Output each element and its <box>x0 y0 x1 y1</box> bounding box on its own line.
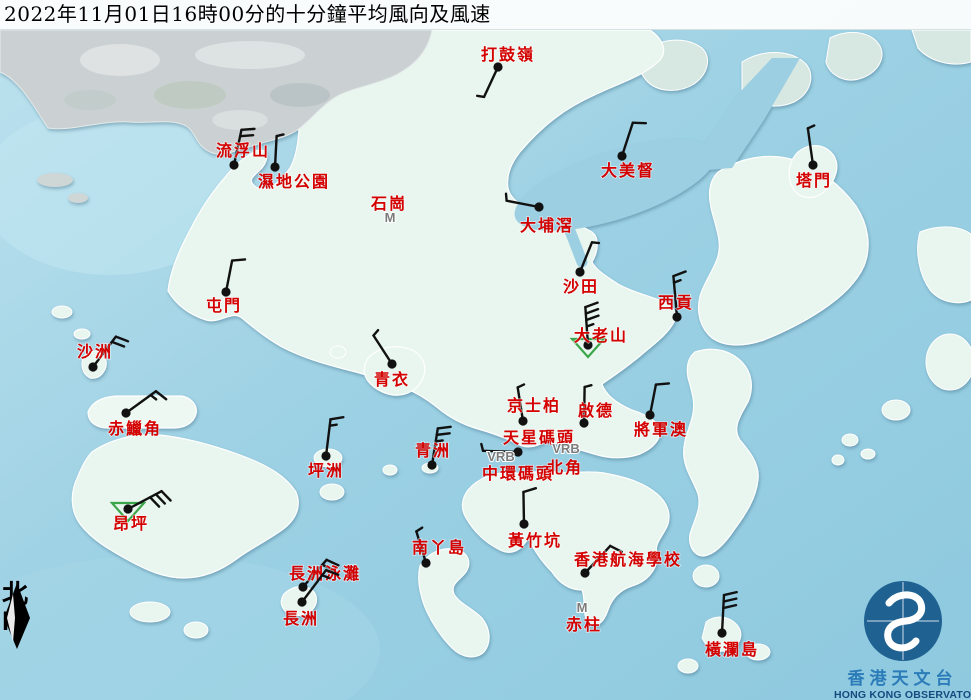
title-bar: 2022年11月01日16時00分的十分鐘平均風向及風速 <box>0 0 971 30</box>
map-title: 2022年11月01日16時00分的十分鐘平均風向及風速 <box>0 0 971 29</box>
base-map <box>0 0 971 700</box>
landmass-airport <box>88 396 196 428</box>
hko-logo-icon <box>863 580 943 662</box>
north-arrow-icon <box>2 582 32 650</box>
north-compass: 北 N <box>2 582 38 633</box>
wind-map: 打鼓嶺流浮山濕地公園M石崗大美督塔門大埔滘沙田西貢大老山屯門沙洲赤鱲角青衣昂坪坪… <box>0 0 971 700</box>
hko-logo-english: HONG KONG OBSERVATORY <box>834 689 971 700</box>
hko-logo-chinese: 香港天文台 <box>834 664 971 689</box>
hko-logo: 香港天文台 HONG KONG OBSERVATORY <box>834 580 971 700</box>
